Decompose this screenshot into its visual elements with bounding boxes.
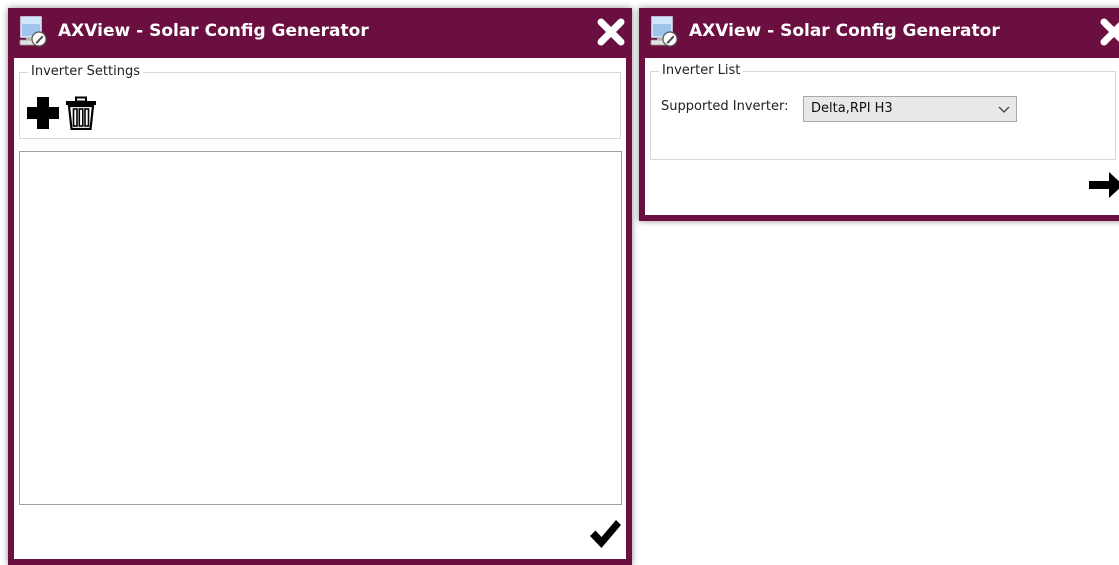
group-label: Inverter List bbox=[659, 63, 744, 78]
inverter-settings-window: AXView - Solar Config Generator Inverter… bbox=[8, 8, 632, 565]
arrow-right-icon[interactable] bbox=[1087, 168, 1119, 202]
close-icon[interactable] bbox=[1099, 17, 1119, 47]
supported-inverter-value: Delta,RPI H3 bbox=[811, 101, 893, 116]
inverter-settings-group: Inverter Settings bbox=[19, 64, 621, 139]
inverter-list-window: AXView - Solar Config Generator Inverter… bbox=[639, 8, 1119, 221]
app-monitor-icon bbox=[19, 16, 47, 47]
supported-inverter-label: Supported Inverter: bbox=[661, 99, 789, 114]
inverter-list-group: Inverter List Supported Inverter: Delta,… bbox=[650, 63, 1116, 160]
inverter-settings-list[interactable] bbox=[19, 151, 622, 505]
checkmark-icon[interactable] bbox=[588, 517, 622, 551]
window-title: AXView - Solar Config Generator bbox=[689, 21, 1000, 41]
title-bar[interactable]: AXView - Solar Config Generator bbox=[8, 8, 632, 58]
plus-icon[interactable] bbox=[26, 96, 60, 130]
app-monitor-icon bbox=[650, 16, 678, 47]
trash-icon[interactable] bbox=[64, 96, 98, 130]
supported-inverter-dropdown[interactable]: Delta,RPI H3 bbox=[803, 96, 1017, 122]
title-bar[interactable]: AXView - Solar Config Generator bbox=[639, 8, 1119, 58]
close-icon[interactable] bbox=[596, 17, 626, 47]
group-label: Inverter Settings bbox=[28, 64, 144, 79]
window-title: AXView - Solar Config Generator bbox=[58, 21, 369, 41]
chevron-down-icon bbox=[998, 106, 1010, 113]
